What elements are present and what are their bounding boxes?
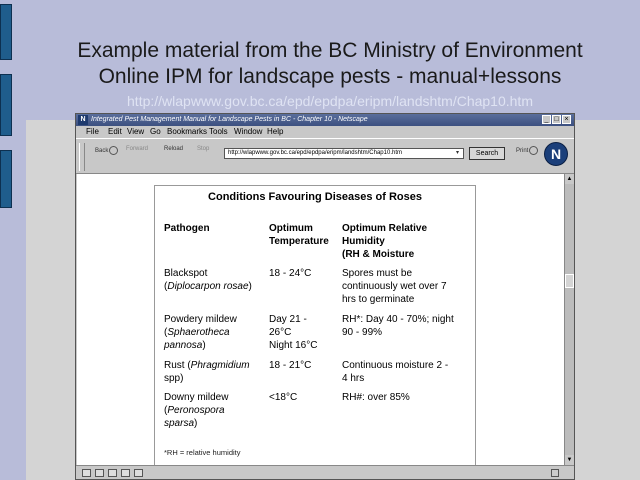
back-button[interactable]: Back xyxy=(95,146,119,155)
address-book-icon[interactable] xyxy=(121,469,130,477)
table-row-pathogen: Powdery mildew (Sphaerotheca pannosa) xyxy=(164,314,237,351)
close-icon[interactable]: × xyxy=(562,115,571,124)
header-humidity: Optimum Relative Humidity (RH & Moisture xyxy=(342,223,428,260)
table-row-pathogen: Downy mildew (Peronospora sparsa) xyxy=(164,392,229,429)
menu-view[interactable]: View xyxy=(127,126,144,138)
status-bar xyxy=(76,465,574,479)
table-row-temperature: 18 - 24°C xyxy=(269,268,312,279)
table-row-pathogen: Blackspot (Diplocarpon rosae) xyxy=(164,268,252,292)
table-title: Conditions Favouring Diseases of Roses xyxy=(208,191,422,203)
slide-url-link[interactable]: http://wlapwww.gov.bc.ca/epd/epdpa/eripm… xyxy=(20,93,640,109)
menu-tools[interactable]: Tools xyxy=(209,126,228,138)
navigator-icon[interactable] xyxy=(82,469,91,477)
table-row-temperature: <18°C xyxy=(269,392,298,403)
disease-table: Conditions Favouring Diseases of Roses P… xyxy=(154,185,476,465)
minimize-icon[interactable]: _ xyxy=(542,115,551,124)
menu-window[interactable]: Window xyxy=(234,126,262,138)
stop-button[interactable]: Stop xyxy=(197,146,209,152)
browser-window: N Integrated Pest Management Manual for … xyxy=(75,113,575,480)
slide-title: Example material from the BC Ministry of… xyxy=(77,39,583,88)
header-temperature: Optimum Temperature xyxy=(269,223,329,247)
scroll-thumb[interactable] xyxy=(565,274,574,288)
table-footnote: *RH = relative humidity xyxy=(164,448,241,457)
mail-icon[interactable] xyxy=(95,469,104,477)
scroll-down-icon[interactable]: ▼ xyxy=(565,455,574,465)
table-row-humidity: RH#: over 85% xyxy=(342,392,410,403)
search-button[interactable]: Search xyxy=(469,147,505,160)
composer-icon[interactable] xyxy=(108,469,117,477)
slide-side-bar xyxy=(0,74,12,136)
menu-edit[interactable]: Edit xyxy=(108,126,122,138)
navigation-toolbar: Back Forward Reload Stop http://wlapwww.… xyxy=(76,138,574,174)
vertical-scrollbar[interactable]: ▲ ▼ xyxy=(564,174,574,465)
print-dropdown-icon[interactable] xyxy=(529,146,539,155)
table-row-temperature: Day 21 - 26°C Night 16°C xyxy=(269,314,318,351)
menu-file[interactable]: File xyxy=(86,126,99,138)
table-row-pathogen: Rust (Phragmidium spp) xyxy=(164,360,250,384)
window-titlebar[interactable]: N Integrated Pest Management Manual for … xyxy=(76,114,574,126)
page-content: Conditions Favouring Diseases of Roses P… xyxy=(77,174,564,465)
forward-button[interactable]: Forward xyxy=(126,146,148,152)
slide-side-bar xyxy=(0,150,12,208)
reload-button[interactable]: Reload xyxy=(164,146,183,152)
window-title: Integrated Pest Management Manual for La… xyxy=(91,116,368,123)
netscape-throbber-icon[interactable]: N xyxy=(544,142,568,166)
scroll-up-icon[interactable]: ▲ xyxy=(565,174,574,184)
menu-bar: File Edit View Go Bookmarks Tools Window… xyxy=(76,126,574,138)
url-dropdown-icon[interactable]: ▾ xyxy=(453,149,462,158)
header-pathogen: Pathogen xyxy=(164,223,210,234)
security-lock-icon[interactable] xyxy=(551,469,559,477)
maximize-icon[interactable]: □ xyxy=(552,115,561,124)
toolbar-grip-handle[interactable] xyxy=(79,143,85,171)
table-row-humidity: Continuous moisture 2 - 4 hrs xyxy=(342,360,449,384)
url-input[interactable]: http://wlapwww.gov.bc.ca/epd/epdpa/eripm… xyxy=(224,148,464,159)
slide-side-bar xyxy=(0,4,12,60)
menu-help[interactable]: Help xyxy=(267,126,283,138)
table-row-humidity: RH*: Day 40 - 70%; night 90 - 99% xyxy=(342,314,454,338)
table-row-temperature: 18 - 21°C xyxy=(269,360,312,371)
menu-go[interactable]: Go xyxy=(150,126,161,138)
table-row-humidity: Spores must be continuously wet over 7 h… xyxy=(342,268,447,305)
netscape-logo-icon: N xyxy=(78,115,88,125)
print-button[interactable]: Print xyxy=(516,146,539,155)
back-dropdown-icon[interactable] xyxy=(109,146,119,155)
chat-icon[interactable] xyxy=(134,469,143,477)
menu-bookmarks[interactable]: Bookmarks xyxy=(167,126,207,138)
